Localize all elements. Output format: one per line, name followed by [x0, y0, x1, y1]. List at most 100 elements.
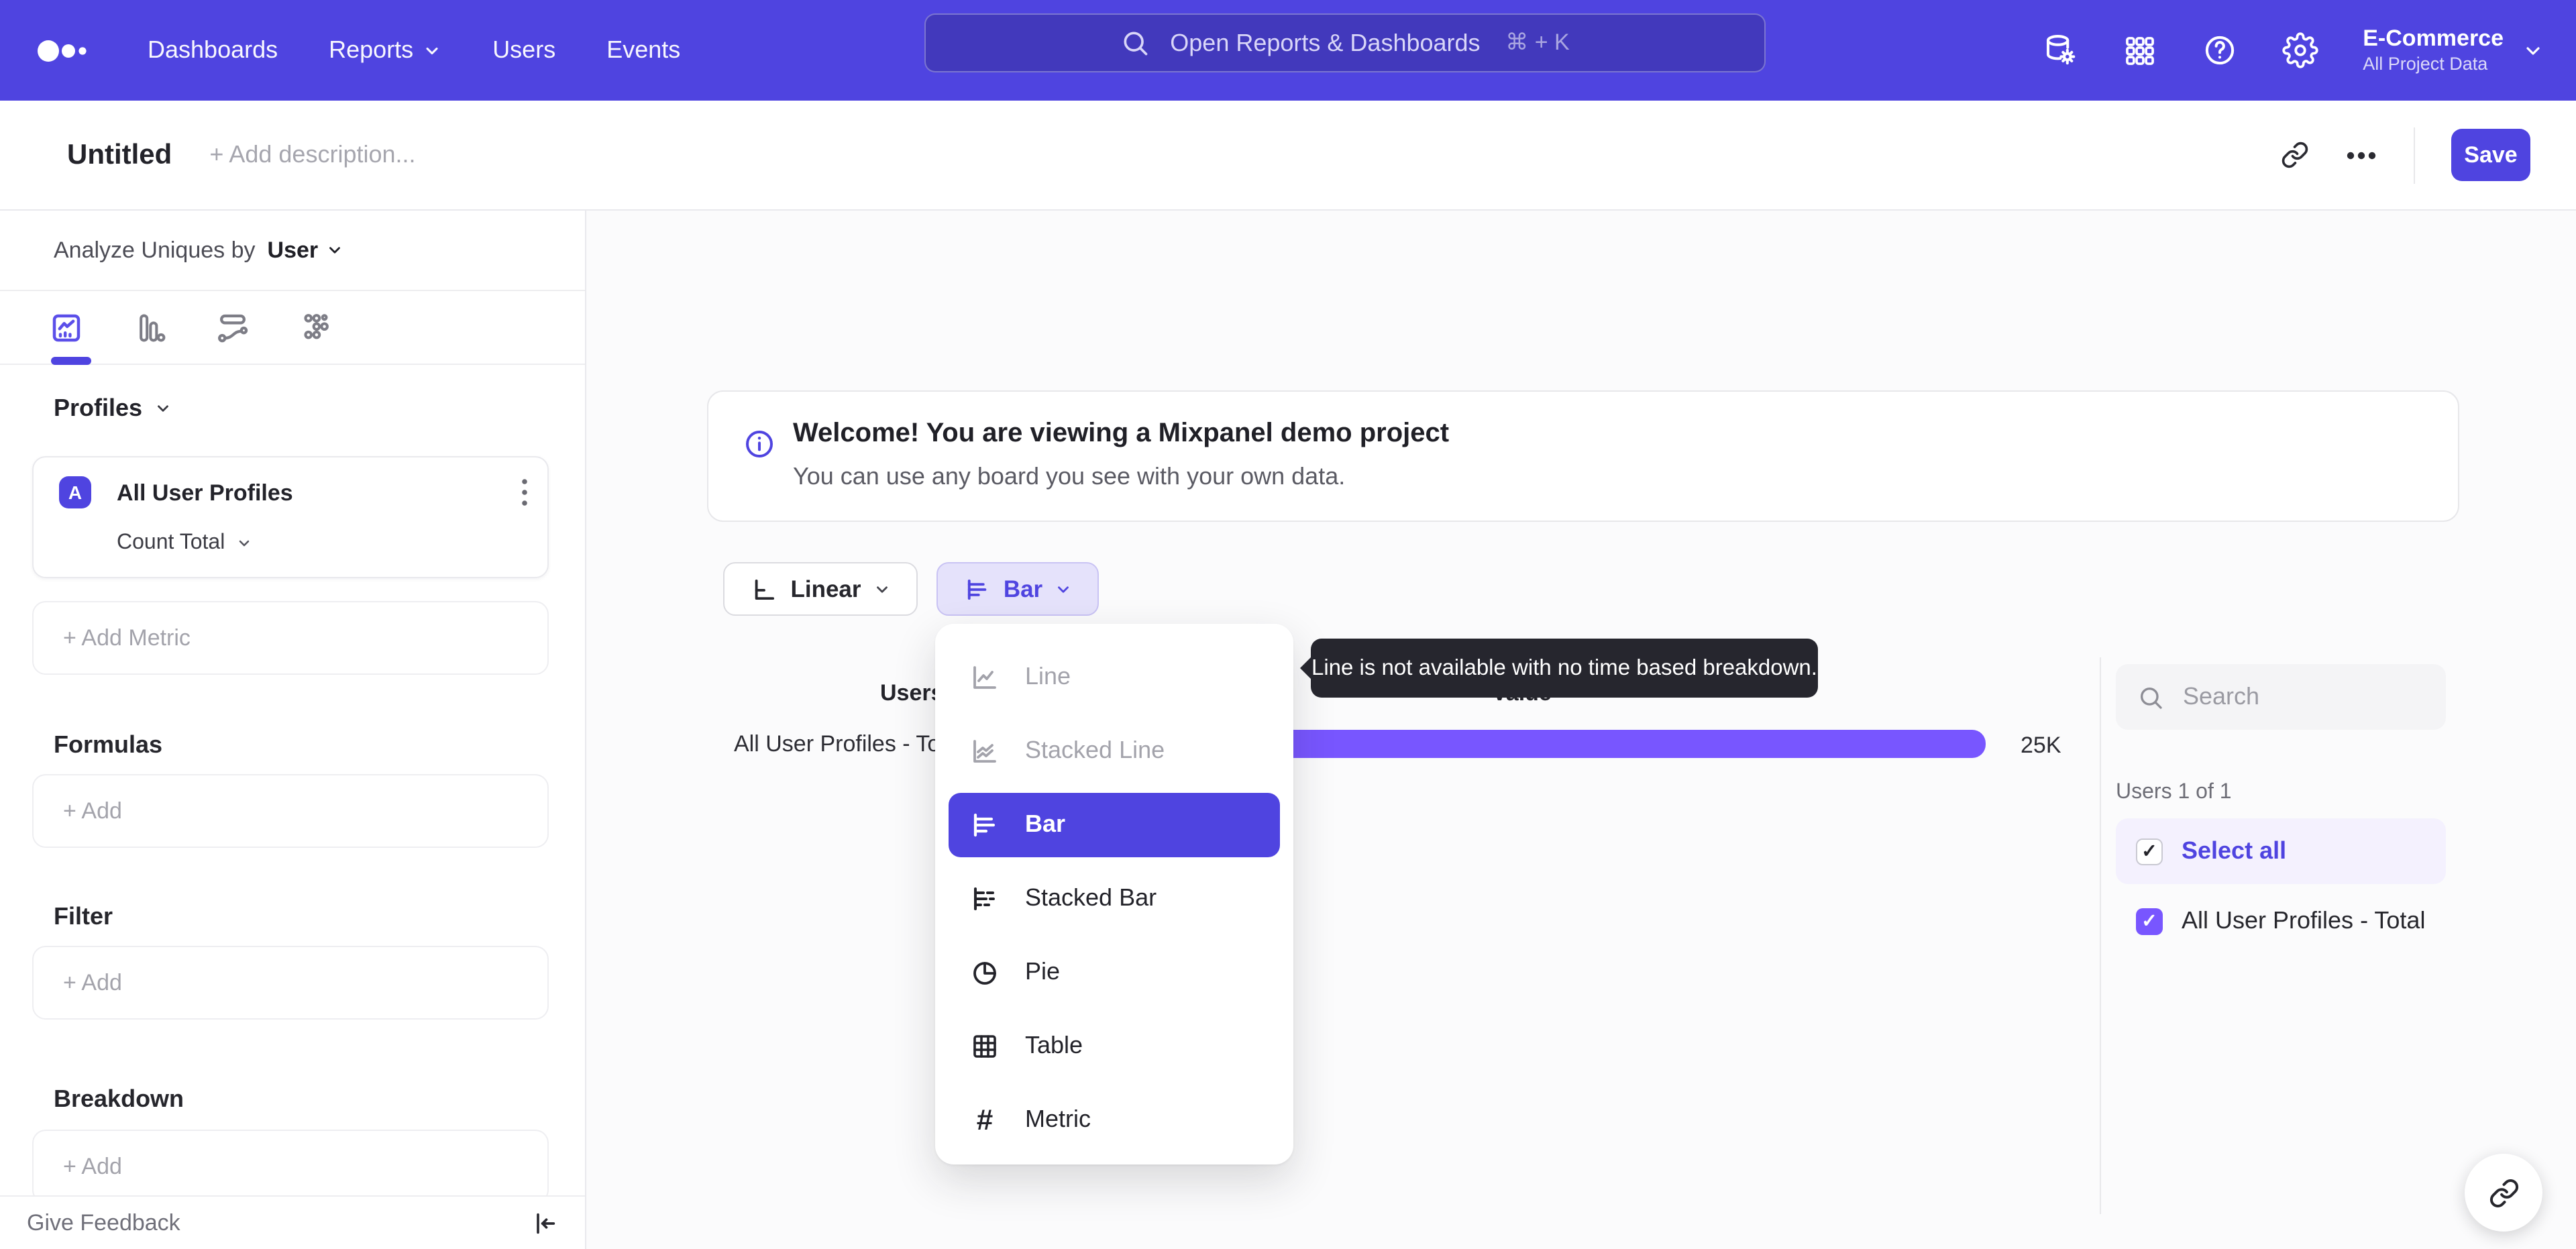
nav-item-users[interactable]: Users [492, 36, 555, 64]
analyze-prefix: Analyze Uniques by [54, 237, 256, 262]
legend-search[interactable] [2116, 664, 2446, 730]
add-formula-button[interactable]: + Add [32, 774, 549, 848]
apps-grid-icon[interactable] [2123, 33, 2157, 68]
report-title[interactable]: Untitled [67, 139, 172, 171]
menu-item-line[interactable]: Line [949, 640, 1280, 714]
legend-item-row[interactable]: ✓ All User Profiles - Total [2116, 888, 2446, 954]
metric-options-icon[interactable] [521, 478, 529, 507]
mixpanel-logo-icon[interactable] [35, 33, 97, 68]
chevron-down-icon [239, 540, 249, 547]
legend-item-label: All User Profiles - Total [2182, 907, 2426, 934]
chevron-down-icon [329, 247, 341, 254]
nav-item-dashboards[interactable]: Dashboards [148, 36, 278, 64]
scale-selector-button[interactable]: Linear [723, 562, 918, 616]
nav-item-events[interactable]: Events [606, 36, 680, 64]
tab-retention[interactable] [298, 309, 334, 345]
add-description-field[interactable]: + Add description... [209, 141, 415, 169]
collapse-sidebar-icon[interactable] [531, 1209, 558, 1236]
select-all-checkbox[interactable]: ✓ [2136, 838, 2163, 865]
top-nav: Dashboards Reports Users Events ⌘ + K [0, 0, 2576, 101]
data-management-icon[interactable] [2042, 32, 2078, 68]
query-builder-sidebar: Analyze Uniques by User Profiles A All U… [0, 211, 586, 1249]
save-button[interactable]: Save [2451, 129, 2530, 181]
aggregation-selector[interactable]: Count Total [117, 531, 252, 555]
menu-item-metric[interactable]: # Metric [949, 1083, 1280, 1156]
search-icon [1124, 32, 1148, 56]
chart-bar-value: 25K [2021, 732, 2061, 758]
stacked-line-chart-icon [969, 735, 1001, 767]
metric-hash-icon: # [976, 1102, 994, 1136]
give-feedback-link[interactable]: Give Feedback [27, 1209, 180, 1236]
breakdown-section-header: Breakdown [54, 1085, 184, 1112]
chevron-down-icon [876, 586, 888, 592]
menu-item-stacked-bar[interactable]: Stacked Bar [949, 861, 1280, 935]
select-all-row[interactable]: ✓ Select all [2116, 818, 2446, 884]
chart-row-label: All User Profiles - Total [734, 731, 965, 757]
analyze-uniques-row: Analyze Uniques by User [0, 211, 585, 291]
divider [2414, 127, 2415, 183]
series-legend-panel: Users 1 of 1 ✓ Select all ✓ All User Pro… [2116, 664, 2446, 954]
legend-search-input[interactable] [2180, 682, 2414, 712]
chevron-down-icon [158, 405, 168, 412]
tab-funnels[interactable] [131, 309, 168, 345]
report-canvas: Welcome! You are viewing a Mixpanel demo… [586, 211, 2576, 1249]
metric-card[interactable]: A All User Profiles Count Total [32, 456, 549, 578]
add-metric-button[interactable]: + Add Metric [32, 601, 549, 675]
global-search-input[interactable] [1167, 28, 1489, 58]
check-icon: ✓ [2141, 910, 2157, 931]
mixpanel-app: Dashboards Reports Users Events ⌘ + K [0, 0, 2576, 1249]
search-shortcut: ⌘ + K [1505, 30, 1570, 55]
sidebar-footer: Give Feedback [0, 1195, 585, 1249]
line-disabled-tooltip: Line is not available with no time based… [1300, 639, 1818, 698]
project-scope: All Project Data [2363, 53, 2488, 74]
help-icon[interactable] [2202, 32, 2238, 68]
select-all-label: Select all [2182, 837, 2287, 864]
table-icon [969, 1030, 1001, 1062]
link-icon [2489, 1178, 2518, 1207]
share-link-button[interactable] [2465, 1154, 2542, 1232]
profiles-section-header[interactable]: Profiles [54, 394, 172, 423]
chart-column-header-users: Users [880, 680, 944, 706]
menu-item-stacked-line[interactable]: Stacked Line [949, 714, 1280, 788]
search-icon [2141, 686, 2162, 708]
info-icon [743, 428, 775, 460]
add-filter-button[interactable]: + Add [32, 946, 549, 1020]
banner-title: Welcome! You are viewing a Mixpanel demo… [793, 419, 1450, 448]
line-chart-icon [969, 661, 1001, 693]
nav-item-reports[interactable]: Reports [329, 36, 441, 64]
filter-section-header: Filter [54, 903, 113, 930]
title-bar: Untitled + Add description... Save [0, 101, 2576, 211]
pie-chart-icon [969, 956, 1001, 988]
tab-insights[interactable] [48, 309, 85, 345]
more-options-icon[interactable] [2345, 150, 2377, 160]
banner-subtitle: You can use any board you see with your … [793, 463, 1346, 490]
report-tabs [0, 291, 585, 365]
stacked-bar-chart-icon [969, 882, 1001, 914]
tab-flows[interactable] [215, 309, 251, 345]
legend-count: Users 1 of 1 [2116, 781, 2232, 804]
menu-item-table[interactable]: Table [949, 1009, 1280, 1083]
chevron-down-icon [426, 46, 438, 54]
metric-letter-badge: A [59, 476, 91, 508]
analyze-entity-selector[interactable]: User [268, 237, 344, 264]
project-selector[interactable]: E-Commerce All Project Data [2363, 25, 2544, 76]
divider [2100, 657, 2101, 1214]
chevron-down-icon [1058, 586, 1069, 592]
series-checkbox[interactable]: ✓ [2136, 908, 2163, 934]
copy-link-icon[interactable] [2281, 141, 2309, 169]
chart-type-menu: Line Stacked Line Bar Stacked Bar Pie Ta… [935, 624, 1293, 1164]
demo-banner: Welcome! You are viewing a Mixpanel demo… [707, 390, 2459, 522]
menu-item-bar[interactable]: Bar [949, 792, 1280, 857]
chart-type-button[interactable]: Bar [936, 562, 1099, 616]
bar-chart-icon [967, 578, 987, 600]
linear-scale-icon [755, 578, 775, 600]
bar-chart-icon [969, 808, 1001, 840]
add-breakdown-button[interactable]: + Add [32, 1130, 549, 1203]
global-search[interactable]: ⌘ + K [924, 13, 1766, 72]
metric-name: All User Profiles [117, 480, 293, 506]
menu-item-pie[interactable]: Pie [949, 935, 1280, 1009]
check-icon: ✓ [2141, 840, 2157, 861]
chart-bar[interactable] [1264, 730, 1986, 758]
settings-gear-icon[interactable] [2282, 32, 2318, 68]
chevron-down-icon [2526, 46, 2540, 54]
